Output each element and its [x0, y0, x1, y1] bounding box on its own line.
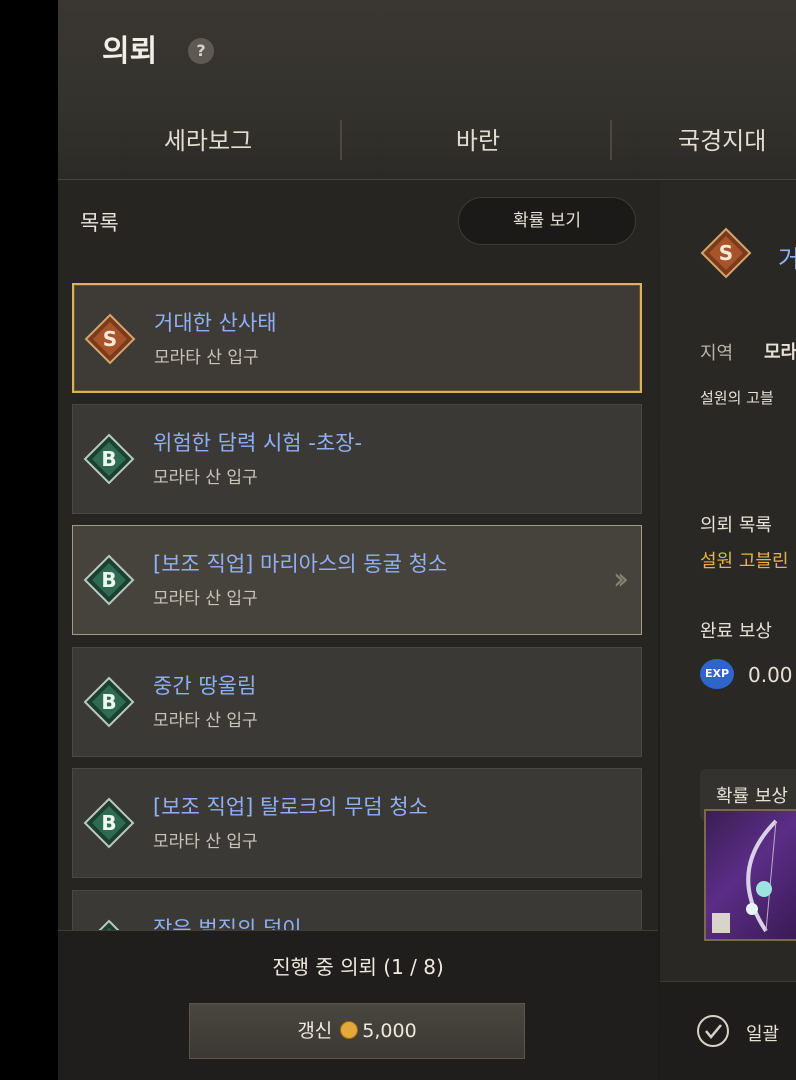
double-chevron-right-icon: ›› — [613, 562, 629, 597]
region-tabs: 세라보그 바란 국경지대 — [58, 110, 796, 176]
quest-title: [보조 직업] 탈로크의 무덤 청소 — [153, 795, 428, 819]
grade-s-icon: S — [84, 313, 136, 365]
detail-description: 설원의 고블 — [700, 389, 774, 407]
quest-location: 모라타 산 입구 — [153, 589, 258, 609]
tab-seraborg[interactable]: 세라보그 — [98, 110, 318, 176]
svg-text:B: B — [101, 690, 116, 714]
region-value: 모라 — [764, 342, 796, 363]
quest-detail-panel: S 거 지역 모라 설원의 고블 의뢰 목록 설원 고블린 완료 보상 EXP … — [660, 181, 796, 1080]
tab-baran[interactable]: 바란 — [368, 110, 588, 176]
quest-title: 중간 땅울림 — [153, 674, 257, 698]
quest-location: 모라타 산 입구 — [153, 468, 258, 488]
grade-s-icon: S — [700, 227, 752, 279]
gold-coin-icon — [340, 1021, 359, 1039]
exp-icon: EXP — [700, 659, 734, 689]
bulk-label[interactable]: 일괄 — [746, 1020, 779, 1046]
exp-value: 0.00 — [748, 663, 793, 687]
quest-title: 거대한 산사태 — [154, 311, 277, 335]
tab-divider — [340, 120, 342, 160]
svg-text:B: B — [101, 568, 116, 592]
quest-list-label: 의뢰 목록 — [700, 515, 772, 536]
quest-list[interactable]: S 거대한 산사태 모라타 산 입구 B 위험한 담력 시험 -초장- 모라타 … — [72, 283, 642, 931]
quest-title: [보조 직업] 마리아스의 동굴 청소 — [153, 552, 448, 576]
grade-b-icon: B — [83, 676, 135, 728]
list-footer: 진행 중 의뢰 (1 / 8) 갱신 5,000 — [58, 930, 658, 1080]
detail-footer: 일괄 — [660, 981, 796, 1080]
grade-b-icon: B — [83, 433, 135, 485]
bow-icon — [712, 819, 778, 933]
quest-card[interactable]: B 위험한 담력 시험 -초장- 모라타 산 입구 — [72, 404, 642, 514]
detail-title: 거 — [778, 245, 796, 273]
refresh-cost: 5,000 — [362, 1020, 417, 1042]
quest-title: 위험한 담력 시험 -초장- — [153, 431, 363, 455]
probability-reward-label: 확률 보상 — [716, 786, 788, 807]
quest-window: 의뢰 ? 세라보그 바란 국경지대 목록 확률 보기 S 거대한 산사태 모라타… — [58, 0, 796, 1080]
refresh-button[interactable]: 갱신 5,000 — [189, 1003, 525, 1059]
grade-b-icon: B — [83, 797, 135, 849]
quest-location: 모라타 산 입구 — [153, 832, 258, 852]
quest-card[interactable]: B [보조 직업] 탈로크의 무덤 청소 모라타 산 입구 — [72, 768, 642, 878]
list-label: 목록 — [80, 211, 119, 235]
region-label: 지역 — [700, 343, 734, 364]
quest-card[interactable]: B 중간 땅울림 모라타 산 입구 — [72, 647, 642, 757]
view-probability-button[interactable]: 확률 보기 — [458, 197, 636, 245]
quest-target: 설원 고블린 — [700, 551, 789, 572]
quest-location: 모라타 산 입구 — [153, 711, 258, 731]
header: 의뢰 ? 세라보그 바란 국경지대 — [58, 0, 796, 180]
svg-text:S: S — [719, 241, 733, 265]
reward-item-thumbnail[interactable] — [704, 809, 796, 941]
tab-border[interactable]: 국경지대 — [678, 110, 796, 176]
quest-card[interactable]: S 거대한 산사태 모라타 산 입구 — [72, 283, 642, 393]
reward-label: 완료 보상 — [700, 621, 772, 642]
refresh-label: 갱신 — [297, 1020, 333, 1042]
svg-text:B: B — [101, 811, 116, 835]
quest-card[interactable]: B [보조 직업] 마리아스의 동굴 청소 모라타 산 입구 ›› — [72, 525, 642, 635]
quest-location: 모라타 산 입구 — [154, 348, 259, 368]
check-circle-icon[interactable] — [696, 1014, 730, 1048]
grade-b-icon: B — [83, 554, 135, 606]
page-title: 의뢰 — [102, 34, 158, 69]
svg-text:S: S — [103, 327, 117, 351]
tab-divider — [610, 120, 612, 160]
quest-card[interactable]: B 작은 벌집의 덫이 — [72, 890, 642, 931]
svg-text:B: B — [101, 447, 116, 471]
quest-progress: 진행 중 의뢰 (1 / 8) — [272, 955, 444, 979]
quest-title: 작은 벌집의 덫이 — [153, 917, 302, 931]
quest-list-panel: 목록 확률 보기 S 거대한 산사태 모라타 산 입구 B 위험한 담력 시험 … — [58, 181, 658, 1080]
help-icon[interactable]: ? — [188, 38, 214, 64]
